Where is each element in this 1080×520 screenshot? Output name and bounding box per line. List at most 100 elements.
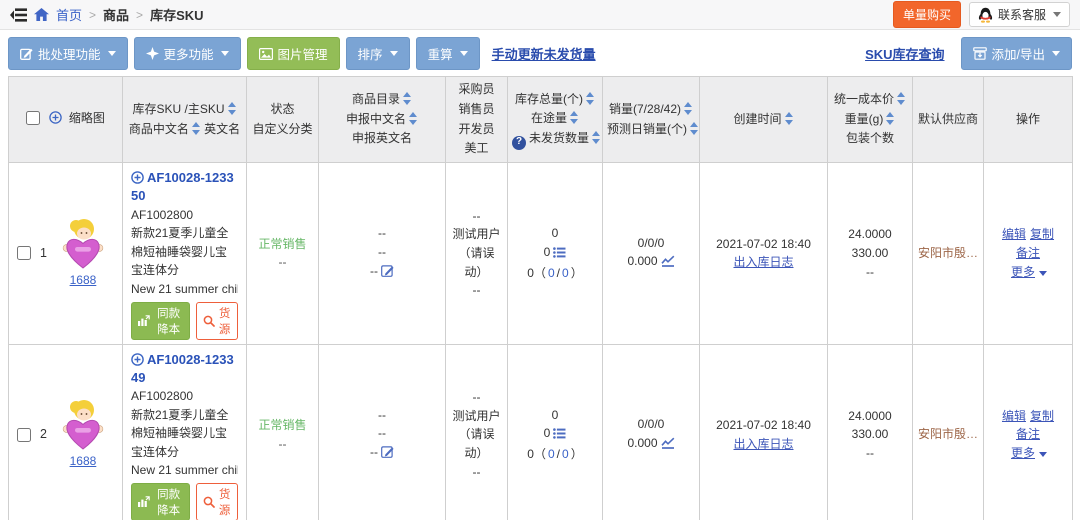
product-thumbnail[interactable] (60, 398, 106, 452)
more-actions-link[interactable]: 更多 (1011, 446, 1035, 460)
product-name-cn: 新款21夏季儿童全棉短袖睡袋婴儿宝宝连体分 (131, 226, 229, 278)
note-link[interactable]: 备注 (1016, 427, 1040, 441)
pack-count: -- (866, 264, 874, 279)
edit-link[interactable]: 编辑 (1002, 227, 1026, 241)
custom-category: -- (278, 255, 287, 270)
find-source-button[interactable]: 货源 (196, 482, 238, 520)
circle-plus-icon[interactable] (49, 110, 63, 131)
sort-icon[interactable] (191, 121, 201, 135)
sort-icon[interactable] (403, 91, 412, 105)
list-icon[interactable] (553, 245, 566, 264)
trend-chart-icon[interactable] (660, 436, 675, 455)
pack-count: -- (866, 446, 874, 460)
sort-icon[interactable] (684, 101, 693, 115)
cell-actions: 编辑 复制 备注 更多 (983, 162, 1073, 345)
sort-icon[interactable] (409, 111, 418, 125)
inventory-table: 缩略图 库存SKU /主SKU 商品中文名 英文名 状态 自定义分类 商品目录 … (8, 75, 1073, 520)
sort-icon[interactable] (227, 101, 237, 115)
same-style-cost-reduction-button[interactable]: 同款降本 (131, 482, 191, 520)
product-name-cn: 新款21夏季儿童全棉短袖睡袋婴儿宝宝连体分 (131, 407, 229, 459)
contact-support-button[interactable]: 联系客服 (968, 2, 1070, 27)
collapse-menu-icon[interactable] (10, 7, 27, 22)
header-created: 创建时间 (699, 75, 828, 164)
select-all-checkbox[interactable] (26, 110, 41, 125)
cell-sku: AF10028-123349 AF1002800 新款21夏季儿童全棉短袖睡袋婴… (122, 343, 247, 520)
chart-down-icon (138, 496, 150, 508)
weight: 330.00 (851, 427, 889, 442)
edit-declare-name-icon[interactable] (381, 445, 394, 464)
edit-declare-name-icon[interactable] (381, 264, 394, 283)
inout-stock-log-link[interactable]: 出入库日志 (733, 255, 793, 269)
default-supplier[interactable]: 安阳市殷… (918, 246, 978, 260)
trend-chart-icon[interactable] (660, 254, 675, 273)
image-management-button[interactable]: 图片管理 (246, 37, 340, 70)
add-export-button[interactable]: 添加/导出 (960, 37, 1072, 70)
find-source-button[interactable]: 货源 (196, 301, 238, 340)
sort-button[interactable]: 排序 (345, 37, 410, 70)
same-style-cost-reduction-button[interactable]: 同款降本 (131, 301, 191, 340)
cell-staff: -- 测试用户 （请误动） -- (445, 162, 508, 345)
daily-forecast: 0.000 (627, 254, 658, 269)
product-thumbnail[interactable] (60, 217, 106, 271)
sort-icon[interactable] (897, 91, 906, 105)
chevron-down-icon (220, 51, 229, 56)
recalculate-button[interactable]: 重算 (415, 37, 480, 70)
circle-plus-icon[interactable] (131, 351, 147, 369)
unshipped-link-a[interactable]: 0 (548, 266, 555, 280)
marketplace-1688-link[interactable]: 1688 (70, 452, 97, 471)
row-checkbox[interactable] (17, 427, 31, 442)
edit-link[interactable]: 编辑 (1002, 409, 1026, 423)
batch-actions-button[interactable]: 批处理功能 (8, 37, 128, 70)
copy-link[interactable]: 复制 (1030, 227, 1054, 241)
marketplace-1688-link[interactable]: 1688 (70, 271, 97, 290)
header-status: 状态 自定义分类 (246, 75, 319, 164)
breadcrumb-home[interactable]: 首页 (56, 5, 82, 24)
sort-icon[interactable] (592, 131, 601, 145)
breadcrumb-level1[interactable]: 商品 (103, 5, 129, 24)
more-functions-button[interactable]: 更多功能 (133, 37, 241, 70)
cell-supplier: 安阳市殷… (912, 343, 984, 520)
default-supplier[interactable]: 安阳市殷… (918, 427, 978, 441)
sales-counts: 0/0/0 (637, 235, 665, 250)
header-stock: 库存总量(个) 在途量 ? 未发货数量 (507, 75, 603, 164)
home-icon[interactable] (34, 8, 49, 21)
product-name-en: New 21 summer childre... (131, 463, 238, 478)
help-icon[interactable]: ? (512, 135, 526, 150)
sort-icon[interactable] (570, 111, 579, 125)
header-sku: 库存SKU /主SKU 商品中文名 英文名 (122, 75, 247, 164)
breadcrumb-separator: > (89, 7, 97, 22)
list-icon[interactable] (553, 426, 566, 445)
copy-link[interactable]: 复制 (1030, 409, 1054, 423)
row-number: 2 (40, 427, 47, 442)
qq-icon (978, 7, 993, 23)
image-icon (258, 47, 273, 60)
inout-stock-log-link[interactable]: 出入库日志 (733, 437, 793, 451)
sort-icon[interactable] (690, 121, 699, 135)
unshipped-link-b[interactable]: 0 (562, 447, 569, 461)
cell-created: 2021-07-02 18:40 出入库日志 (699, 162, 828, 345)
sort-icon[interactable] (586, 91, 595, 105)
cell-catalog: -- -- -- (318, 343, 446, 520)
single-purchase-button[interactable]: 单量购买 (892, 1, 961, 28)
unshipped-link-b[interactable]: 0 (562, 266, 569, 280)
weight: 330.00 (851, 246, 889, 261)
circle-plus-icon[interactable] (131, 169, 147, 187)
sort-icon[interactable] (784, 111, 794, 125)
unshipped-link-a[interactable]: 0 (548, 447, 555, 461)
chart-down-icon (138, 315, 150, 327)
chevron-down-icon (459, 51, 468, 56)
tools-icon (145, 47, 159, 60)
sku-stock-query-link[interactable]: SKU库存查询 (865, 44, 944, 63)
manual-update-unshipped-link[interactable]: 手动更新未发货量 (492, 44, 596, 63)
chevron-down-icon (1053, 12, 1061, 17)
sort-icon[interactable] (886, 111, 895, 125)
row-checkbox[interactable] (17, 246, 31, 261)
status-badge: 正常销售 (258, 236, 307, 251)
main-sku: AF1002800 (131, 207, 194, 222)
note-link[interactable]: 备注 (1016, 246, 1040, 260)
product-name-en: New 21 summer childre... (131, 281, 238, 296)
cell-sales: 0/0/0 0.000 (602, 162, 700, 345)
more-actions-link[interactable]: 更多 (1011, 265, 1035, 279)
unit-cost: 24.0000 (848, 227, 892, 242)
cell-stock: 0 0 0（ 0/0） (507, 162, 603, 345)
